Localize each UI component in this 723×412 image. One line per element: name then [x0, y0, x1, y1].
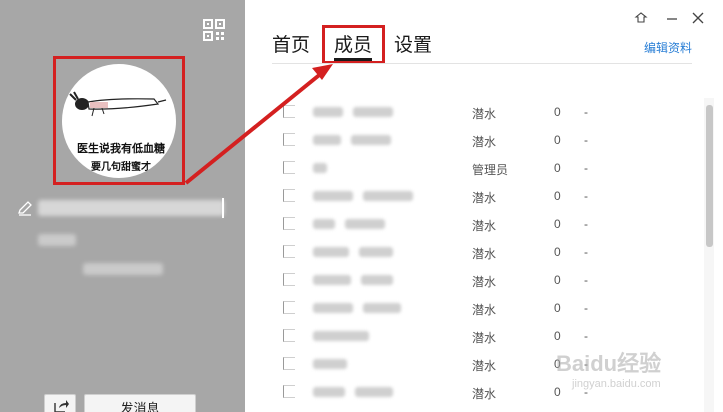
share-button[interactable]	[44, 394, 76, 412]
avatar-caption-line-2: 要几句甜蜜才	[91, 162, 151, 173]
baidu-watermark: Baidu经验 jingyan.baidu.com	[552, 346, 712, 406]
member-name-redacted	[313, 191, 353, 201]
scrollbar-thumb[interactable]	[706, 105, 713, 247]
member-name-redacted	[313, 359, 347, 369]
member-checkbox[interactable]	[283, 329, 295, 342]
member-name-redacted	[313, 163, 327, 173]
member-checkbox[interactable]	[283, 217, 295, 230]
send-message-button[interactable]: 发消息	[84, 394, 196, 412]
member-last-active: -	[584, 217, 588, 231]
member-card-redacted	[359, 247, 393, 257]
member-last-active: -	[584, 245, 588, 259]
member-row[interactable]: 潜水 0 -	[280, 266, 700, 294]
member-checkbox[interactable]	[283, 357, 295, 370]
group-name-redacted[interactable]	[38, 200, 224, 216]
skin-icon[interactable]	[633, 10, 649, 26]
member-last-active: -	[584, 301, 588, 315]
member-name-redacted	[313, 107, 343, 117]
group-subtitle-redacted	[38, 234, 76, 246]
member-name-redacted	[313, 247, 349, 257]
member-points: 0	[554, 245, 561, 259]
member-checkbox[interactable]	[283, 385, 295, 398]
qr-code-icon[interactable]	[203, 19, 225, 41]
member-row[interactable]: 潜水 0 -	[280, 98, 700, 126]
member-role: 潜水	[472, 107, 497, 121]
member-last-active: -	[584, 189, 588, 203]
member-role: 潜水	[472, 303, 497, 317]
member-points: 0	[554, 161, 561, 175]
member-checkbox[interactable]	[283, 273, 295, 286]
group-profile-panel: 医生说我有低血糖 要几句甜蜜才 发消息	[0, 0, 245, 412]
member-checkbox[interactable]	[283, 189, 295, 202]
tab-divider	[272, 63, 692, 64]
member-card-redacted	[363, 191, 413, 201]
close-icon[interactable]	[690, 10, 706, 26]
member-card-redacted	[353, 107, 393, 117]
tab-members-highlight	[322, 25, 385, 64]
member-points: 0	[554, 217, 561, 231]
member-role: 潜水	[472, 219, 497, 233]
member-card-redacted	[355, 387, 393, 397]
watermark-url: jingyan.baidu.com	[572, 378, 661, 390]
member-row[interactable]: 管理员 0 -	[280, 154, 700, 182]
avatar-caption-line-1: 医生说我有低血糖	[77, 142, 165, 155]
member-checkbox[interactable]	[283, 105, 295, 118]
member-row[interactable]: 潜水 0 -	[280, 238, 700, 266]
pencil-icon[interactable]	[17, 200, 33, 216]
minimize-icon[interactable]	[664, 10, 680, 26]
member-checkbox[interactable]	[283, 301, 295, 314]
member-card-redacted	[361, 275, 393, 285]
tab-home[interactable]: 首页	[272, 30, 310, 57]
member-role: 潜水	[472, 275, 497, 289]
member-last-active: -	[584, 133, 588, 147]
member-points: 0	[554, 133, 561, 147]
member-name-redacted	[313, 219, 335, 229]
member-name-redacted	[313, 135, 341, 145]
member-row[interactable]: 潜水 0 -	[280, 182, 700, 210]
member-points: 0	[554, 329, 561, 343]
member-row[interactable]: 潜水 0 -	[280, 294, 700, 322]
member-role: 潜水	[472, 359, 497, 373]
member-role: 潜水	[472, 247, 497, 261]
member-last-active: -	[584, 329, 588, 343]
member-points: 0	[554, 301, 561, 315]
text-cursor	[222, 198, 224, 218]
member-card-redacted	[351, 135, 391, 145]
member-last-active: -	[584, 273, 588, 287]
member-last-active: -	[584, 105, 588, 119]
member-role: 潜水	[472, 331, 497, 345]
member-role: 潜水	[472, 191, 497, 205]
member-card-redacted	[345, 219, 385, 229]
member-points: 0	[554, 273, 561, 287]
member-checkbox[interactable]	[283, 161, 295, 174]
member-last-active: -	[584, 161, 588, 175]
member-points: 0	[554, 105, 561, 119]
member-row[interactable]: 潜水 0 -	[280, 126, 700, 154]
member-name-redacted	[313, 331, 369, 341]
group-avatar[interactable]: 医生说我有低血糖 要几句甜蜜才	[62, 64, 176, 178]
share-icon	[54, 400, 69, 412]
member-role: 潜水	[472, 387, 497, 401]
member-points: 0	[554, 189, 561, 203]
member-role: 潜水	[472, 135, 497, 149]
group-id-redacted	[83, 263, 163, 275]
edit-profile-link[interactable]: 编辑资料	[644, 39, 692, 56]
avatar-highlight: 医生说我有低血糖 要几句甜蜜才	[53, 56, 185, 185]
watermark-logo-text: Baidu经验	[556, 351, 662, 376]
member-name-redacted	[313, 387, 345, 397]
member-role: 管理员	[472, 163, 509, 177]
member-card-redacted	[363, 303, 401, 313]
member-checkbox[interactable]	[283, 133, 295, 146]
member-name-redacted	[313, 303, 353, 313]
member-name-redacted	[313, 275, 351, 285]
member-checkbox[interactable]	[283, 245, 295, 258]
member-row[interactable]: 潜水 0 -	[280, 210, 700, 238]
tab-settings[interactable]: 设置	[394, 30, 432, 57]
